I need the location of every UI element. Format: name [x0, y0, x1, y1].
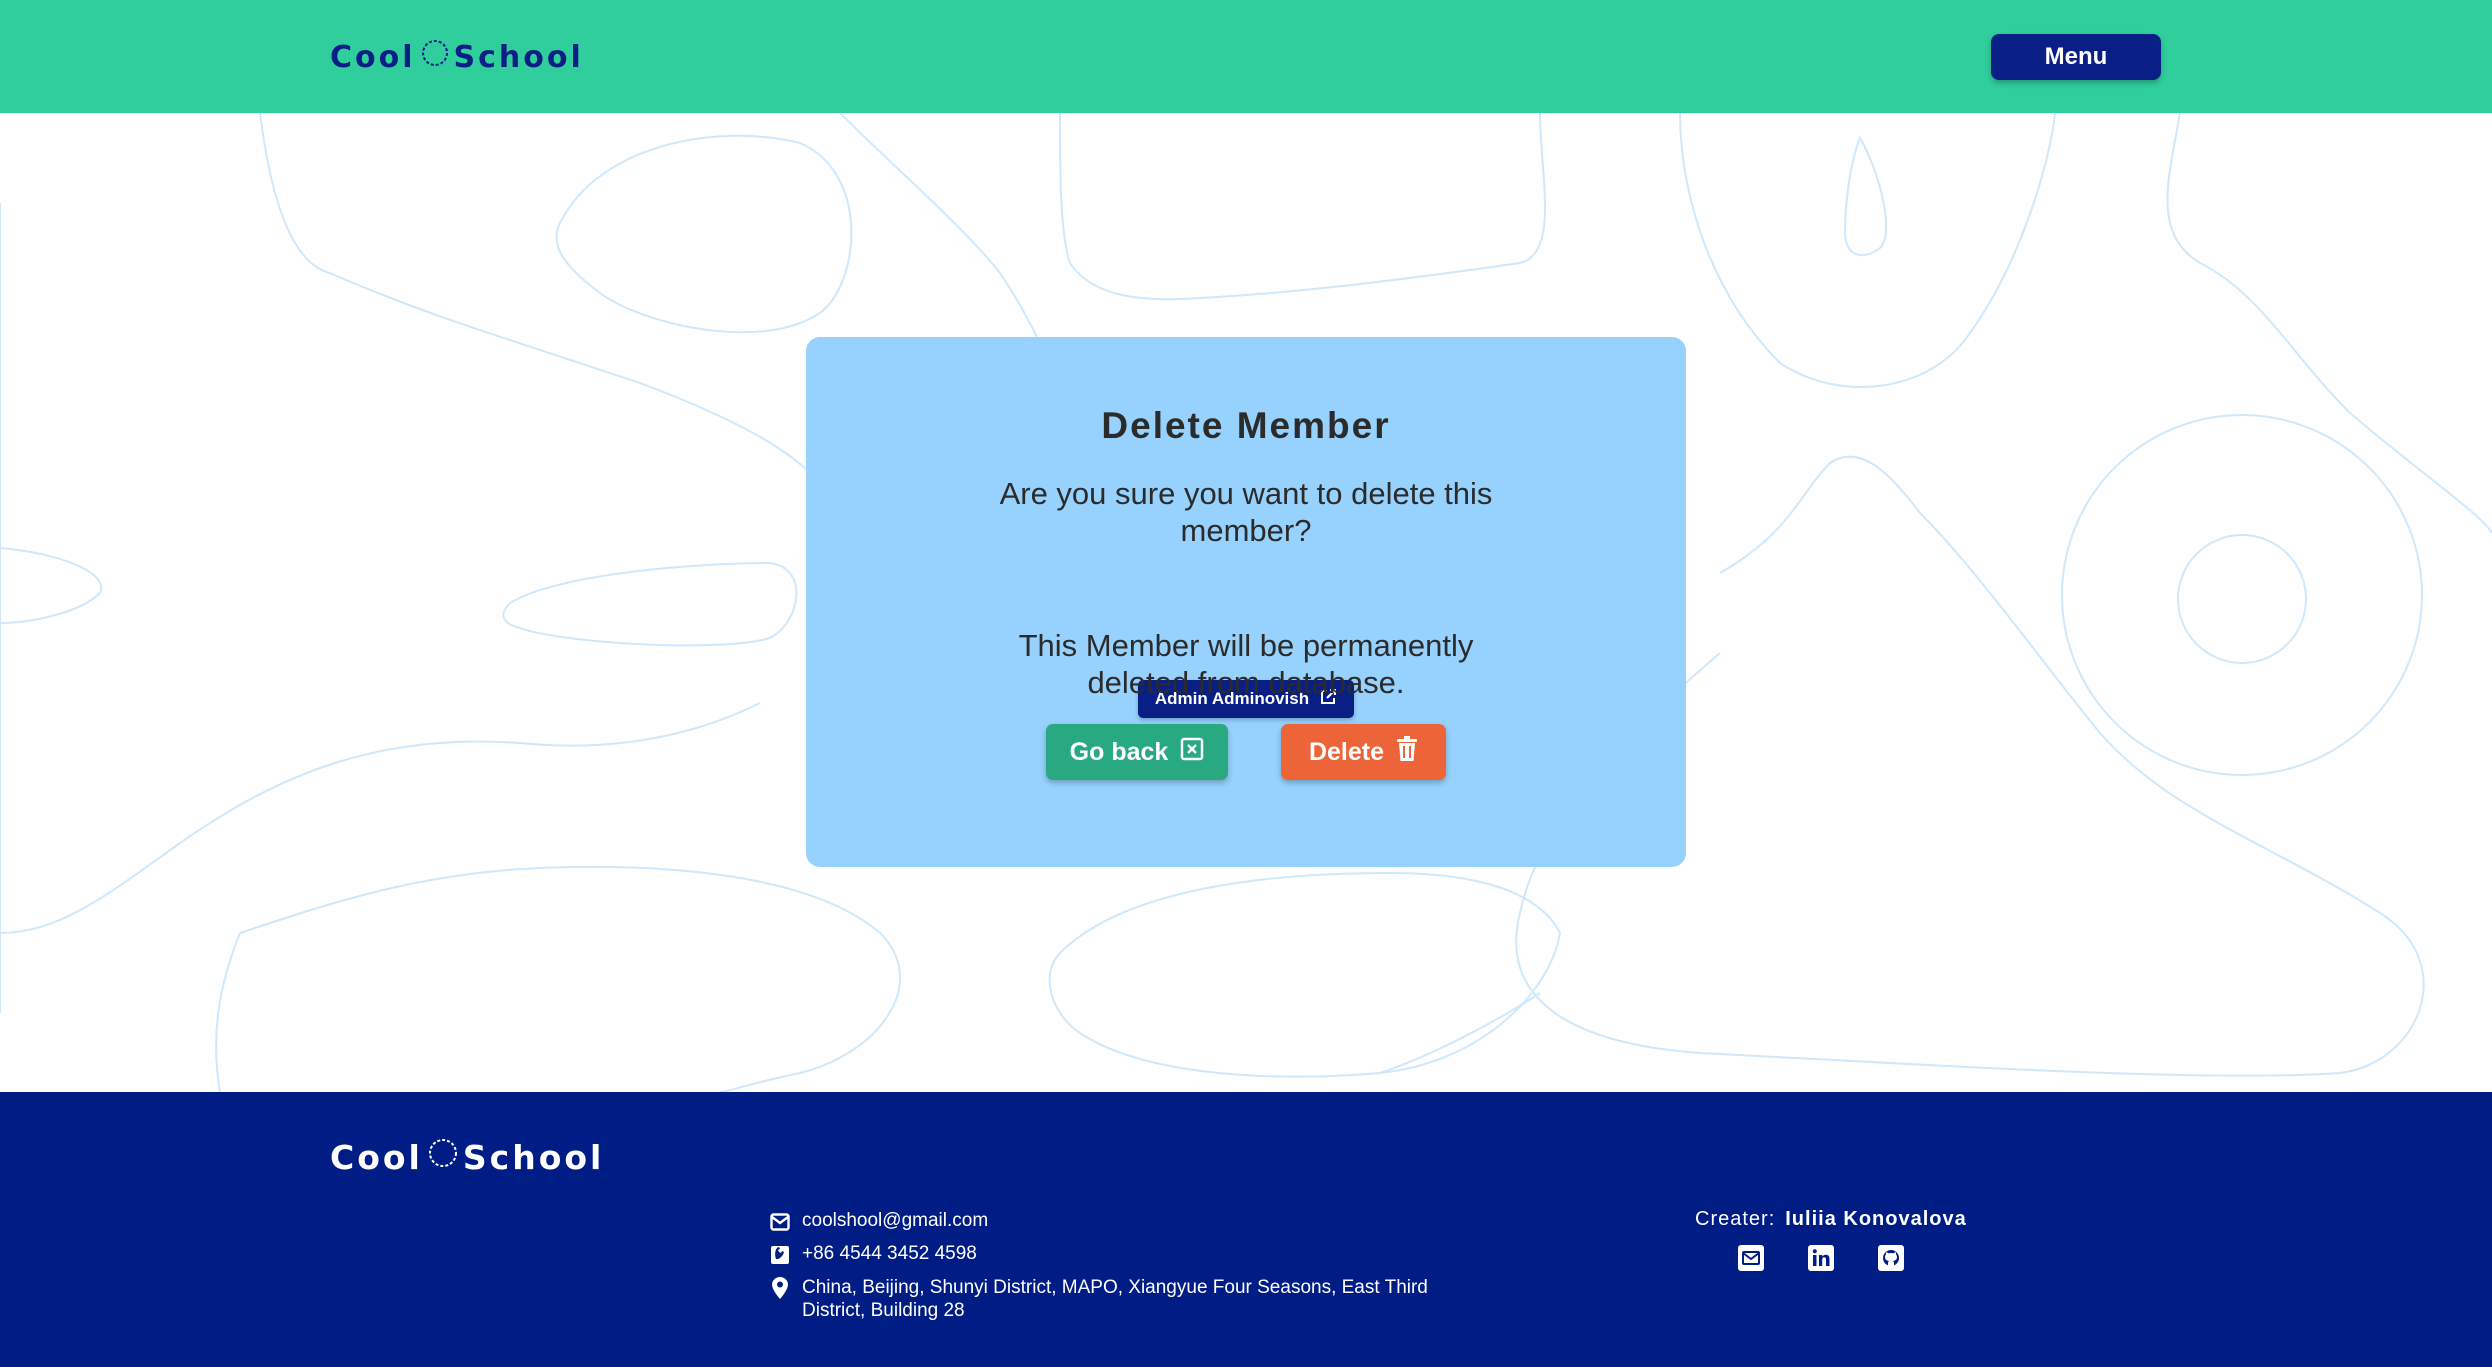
phone-text: +86 4544 3452 4598 [802, 1243, 977, 1264]
delete-member-dialog: Delete Member Are you sure you want to d… [806, 337, 1686, 867]
main-content: Delete Member Are you sure you want to d… [0, 113, 2492, 1092]
menu-button[interactable]: Menu [1991, 34, 2161, 80]
location-pin-icon [770, 1277, 790, 1299]
footer-logo-text-left: Cool [330, 1137, 423, 1177]
logo-text-left: Cool [330, 39, 416, 75]
address-text: China, Beijing, Shunyi District, MAPO, X… [802, 1277, 1428, 1321]
globe-icon [427, 1137, 459, 1177]
creator-name: Iuliia Konovalova [1785, 1208, 1967, 1230]
go-back-label: Go back [1069, 737, 1169, 766]
site-logo[interactable]: Cool School [330, 33, 584, 81]
dialog-question: Are you sure you want to delete this mem… [999, 476, 1493, 548]
delete-button[interactable]: Delete [1281, 724, 1446, 780]
footer-email[interactable]: coolshool@gmail.com [770, 1210, 988, 1232]
globe-icon [420, 38, 450, 76]
creator-credit: Creater: Iuliia Konovalova [1695, 1208, 1967, 1231]
envelope-icon [770, 1212, 790, 1232]
footer-logo[interactable]: Cool School [330, 1132, 604, 1182]
dialog-warning: This Member will be permanently deleted … [1018, 628, 1474, 700]
mail-icon[interactable] [1737, 1244, 1765, 1272]
delete-label: Delete [1308, 737, 1385, 766]
footer-phone[interactable]: +86 4544 3452 4598 [770, 1243, 977, 1265]
email-text: coolshool@gmail.com [802, 1210, 989, 1231]
trash-icon [1396, 735, 1418, 769]
linkedin-icon[interactable] [1807, 1244, 1835, 1272]
footer-logo-text-right: School [462, 1137, 605, 1177]
github-icon[interactable] [1877, 1244, 1905, 1272]
close-square-icon [1180, 737, 1204, 768]
go-back-button[interactable]: Go back [1046, 724, 1228, 780]
site-header: Cool School Menu [0, 0, 2492, 113]
creator-label: Creater: [1695, 1208, 1776, 1230]
dialog-title: Delete Member [1101, 405, 1391, 446]
phone-icon [770, 1245, 790, 1265]
logo-text-right: School [453, 39, 584, 75]
social-links [1737, 1244, 1905, 1272]
footer-address: China, Beijing, Shunyi District, MAPO, X… [770, 1276, 1430, 1322]
